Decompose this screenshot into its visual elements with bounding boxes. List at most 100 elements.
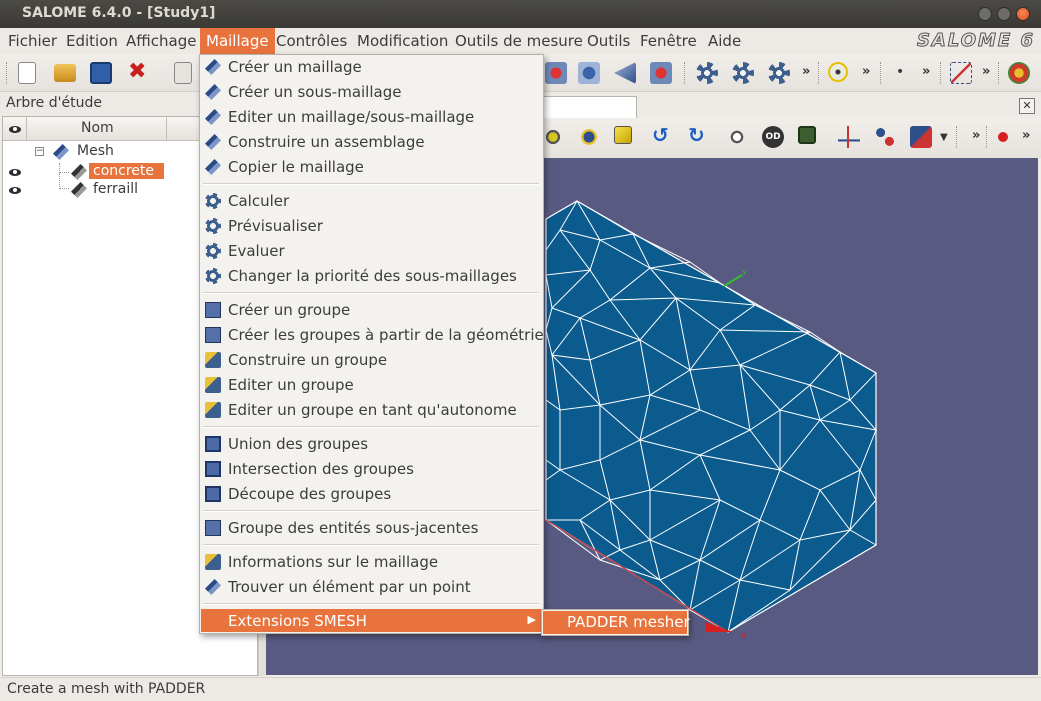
menu-separator — [203, 292, 539, 294]
maximize-icon[interactable] — [997, 7, 1011, 21]
menu-item-label: Prévisualiser — [228, 217, 323, 235]
record-icon[interactable] — [998, 132, 1008, 142]
toolbar-mesh-tool-3-icon[interactable] — [614, 62, 636, 84]
point-icon[interactable] — [828, 62, 848, 82]
tree-item-concrete[interactable]: concrete — [3, 163, 203, 182]
menu-item-construire-groupe[interactable]: Construire un groupe — [201, 348, 542, 373]
tree-item-mesh[interactable]: − Mesh — [3, 143, 203, 162]
menu-affichage[interactable]: Affichage — [126, 32, 196, 50]
submenu-item-padder-mesher[interactable]: PADDER mesher — [543, 611, 690, 634]
construct-group-icon — [205, 352, 221, 368]
preview-icon[interactable] — [732, 62, 754, 84]
menu-item-informations-maillage[interactable]: Informations sur le maillage — [201, 550, 542, 575]
menu-item-creer-sous-maillage[interactable]: Créer un sous-maillage — [201, 80, 542, 105]
menu-item-groupes-geometrie[interactable]: Créer les groupes à partir de la géométr… — [201, 323, 544, 348]
view-tool-6-icon[interactable] — [726, 126, 748, 148]
eye-icon[interactable] — [9, 169, 21, 176]
close-window-icon[interactable] — [1016, 7, 1030, 21]
copy-icon[interactable] — [174, 62, 192, 84]
toolbar-overflow-chevron-icon[interactable]: » — [1022, 128, 1030, 143]
rotate-left-icon[interactable]: ↺ — [652, 123, 674, 147]
dropdown-arrow-icon[interactable]: ▼ — [940, 132, 948, 143]
menu-item-label: Calculer — [228, 192, 290, 210]
cut-groups-icon — [205, 486, 221, 502]
submenu-item-label: PADDER mesher — [567, 613, 690, 631]
menu-item-trouver-element[interactable]: Trouver un élément par un point — [201, 575, 542, 600]
menu-item-editer-maillage[interactable]: Editer un maillage/sous-maillage — [201, 105, 542, 130]
menu-item-decoupe-groupes[interactable]: Découpe des groupes — [201, 482, 542, 507]
toolbar-overflow-chevron-icon[interactable]: » — [982, 64, 990, 79]
menu-item-label: Editer un maillage/sous-maillage — [228, 108, 475, 126]
menu-item-extensions-smesh[interactable]: Extensions SMESH ▶ — [201, 609, 542, 632]
menu-modification[interactable]: Modification — [357, 32, 448, 50]
refresh-icon[interactable] — [1008, 62, 1030, 84]
rotate-right-icon[interactable]: ↻ — [688, 123, 710, 147]
view-tool-1-icon[interactable] — [542, 126, 564, 148]
view-axes-icon[interactable] — [838, 126, 860, 148]
menu-controles[interactable]: Contrôles — [276, 32, 347, 50]
toolbar-overflow-chevron-icon[interactable]: » — [972, 128, 980, 143]
menu-outils-de-mesure[interactable]: Outils de mesure — [455, 32, 583, 50]
compute-icon[interactable] — [696, 62, 718, 84]
eye-icon[interactable] — [9, 187, 21, 194]
x-axis-label: x — [741, 631, 747, 641]
mesh-info-icon — [205, 554, 221, 570]
menu-item-union-groupes[interactable]: Union des groupes — [201, 432, 542, 457]
menu-fenetre[interactable]: Fenêtre — [640, 32, 697, 50]
toolbar-separator — [956, 126, 958, 148]
menu-item-label: Créer un groupe — [228, 301, 351, 319]
toolbar-mesh-tool-1-icon[interactable] — [545, 62, 567, 84]
menu-item-creer-maillage[interactable]: Créer un maillage — [201, 55, 542, 80]
viewer-tab[interactable] — [540, 96, 637, 118]
edit-mesh-icon — [205, 109, 221, 125]
close-document-icon[interactable]: ✖ — [128, 59, 150, 84]
menu-item-groupe-entites-sous-jacentes[interactable]: Groupe des entités sous-jacentes — [201, 516, 542, 541]
visibility-column-header[interactable] — [3, 117, 27, 141]
menu-item-evaluer[interactable]: Evaluer — [201, 239, 542, 264]
view-tool-2-icon[interactable] — [578, 126, 600, 148]
view-tool-10-icon[interactable] — [874, 126, 896, 148]
selection-filter-icon[interactable] — [950, 62, 972, 84]
menu-item-construire-assemblage[interactable]: Construire un assemblage — [201, 130, 542, 155]
view-tool-11-icon[interactable] — [910, 126, 932, 148]
menu-item-editer-groupe[interactable]: Editer un groupe — [201, 373, 542, 398]
compute-icon — [205, 193, 221, 209]
toolbar-overflow-chevron-icon[interactable]: » — [802, 64, 810, 79]
small-dot-icon[interactable]: • — [896, 64, 918, 86]
menu-item-calculer[interactable]: Calculer — [201, 189, 542, 214]
new-document-icon[interactable] — [18, 62, 36, 84]
toolbar-mesh-tool-4-icon[interactable] — [650, 62, 672, 84]
menu-item-intersection-groupes[interactable]: Intersection des groupes — [201, 457, 542, 482]
close-view-icon[interactable]: ✕ — [1019, 98, 1035, 114]
edit-group-standalone-icon — [205, 402, 221, 418]
collapse-icon[interactable]: − — [35, 147, 44, 156]
toolbar-overflow-chevron-icon[interactable]: » — [922, 64, 930, 79]
menu-aide[interactable]: Aide — [708, 32, 741, 50]
open-folder-icon[interactable] — [54, 64, 76, 82]
save-icon[interactable] — [90, 62, 112, 84]
menu-edition[interactable]: Edition — [66, 32, 118, 50]
evaluate-icon[interactable] — [768, 62, 790, 84]
menu-item-copier-maillage[interactable]: Copier le maillage — [201, 155, 542, 180]
view-tool-8-icon[interactable] — [798, 126, 816, 144]
menu-item-creer-groupe[interactable]: Créer un groupe — [201, 298, 542, 323]
toolbar-overflow-chevron-icon[interactable]: » — [862, 64, 870, 79]
menu-item-label: Intersection des groupes — [228, 460, 414, 478]
view-tool-7-icon[interactable]: OD — [762, 126, 784, 148]
menu-maillage[interactable]: Maillage — [200, 28, 275, 54]
toolbar-mesh-tool-2-icon[interactable] — [578, 62, 600, 84]
menu-fichier[interactable]: Fichier — [8, 32, 57, 50]
menu-separator — [203, 510, 539, 512]
underlying-entities-group-icon — [205, 520, 221, 536]
menu-item-editer-groupe-autonome[interactable]: Editer un groupe en tant qu'autonome — [201, 398, 542, 423]
minimize-icon[interactable] — [978, 7, 992, 21]
menu-outils[interactable]: Outils — [587, 32, 630, 50]
tree-item-ferraill[interactable]: ferraill — [3, 173, 203, 200]
menu-item-changer-priorite[interactable]: Changer la priorité des sous-maillages — [201, 264, 542, 289]
name-column-header[interactable]: Nom — [27, 117, 167, 141]
menu-item-label: Changer la priorité des sous-maillages — [228, 267, 517, 285]
tree-item-label: concrete — [89, 163, 164, 179]
y-axis-label: y — [742, 267, 747, 276]
view-display-mode-icon[interactable] — [614, 126, 632, 144]
menu-item-previsualiser[interactable]: Prévisualiser — [201, 214, 542, 239]
